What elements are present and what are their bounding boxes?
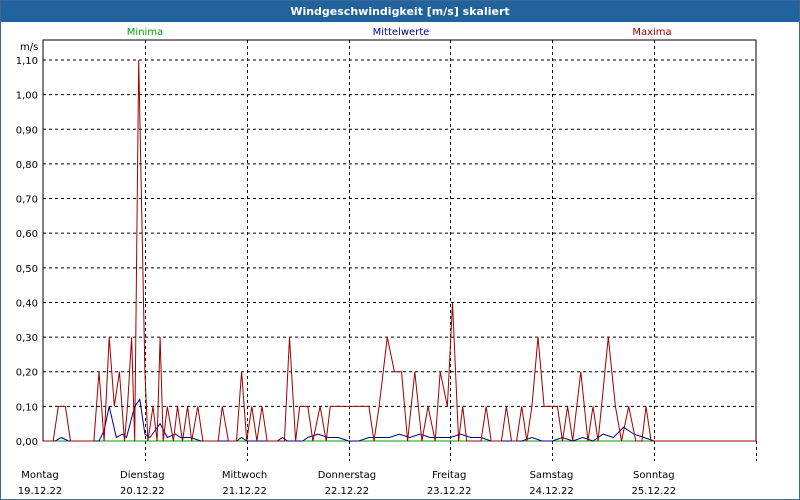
x-tick-day: Sonntag (633, 470, 675, 481)
x-tick-date: 19.12.22 (18, 486, 63, 497)
y-tick-label: 1,00 (16, 91, 38, 102)
x-tick-day: Montag (21, 470, 58, 481)
y-tick-label: 0,50 (16, 264, 38, 275)
y-axis: 0,00 0,10 0,20 0,30 0,40 0,50 0,60 0,70 0,80 0,90… (16, 56, 38, 448)
legend-maxima: Maxima (632, 27, 671, 38)
y-tick-label: 1,10 (16, 56, 38, 67)
y-tick-label: 0,10 (16, 402, 38, 413)
y-tick-label: 0,00 (16, 437, 38, 448)
y-tick-label: 0,90 (16, 125, 38, 136)
x-tick-day: Samstag (530, 470, 574, 481)
x-tick-day: Freitag (432, 470, 466, 481)
x-tick-date: 24.12.22 (529, 486, 574, 497)
y-axis-unit: m/s (20, 42, 38, 53)
y-tick-label: 0,20 (16, 368, 38, 379)
x-axis: Montag 19.12.22 Dienstag 20.12.22 Mittwoch 21… (18, 470, 676, 497)
line-chart: 0,00 0,10 0,20 0,30 0,40 0,50 0,60 0,70 0,80 0,90… (16, 27, 757, 497)
x-tick-day: Donnerstag (318, 470, 376, 481)
x-tick-date: 20.12.22 (120, 486, 165, 497)
y-tick-label: 0,40 (16, 298, 38, 309)
x-tick-date: 25.12.22 (632, 486, 677, 497)
x-tick-date: 21.12.22 (222, 486, 267, 497)
x-tick-date: 22.12.22 (325, 486, 370, 497)
y-tick-label: 0,30 (16, 333, 38, 344)
y-tick-label: 0,70 (16, 195, 38, 206)
y-tick-label: 0,60 (16, 229, 38, 240)
x-tick-day: Dienstag (120, 470, 165, 481)
legend-mittelwerte: Mittelwerte (373, 27, 430, 38)
legend-minima: Minima (127, 27, 163, 38)
plot-area (42, 39, 757, 442)
x-tick-day: Mittwoch (222, 470, 267, 481)
y-tick-label: 0,80 (16, 160, 38, 171)
x-tick-date: 23.12.22 (427, 486, 472, 497)
